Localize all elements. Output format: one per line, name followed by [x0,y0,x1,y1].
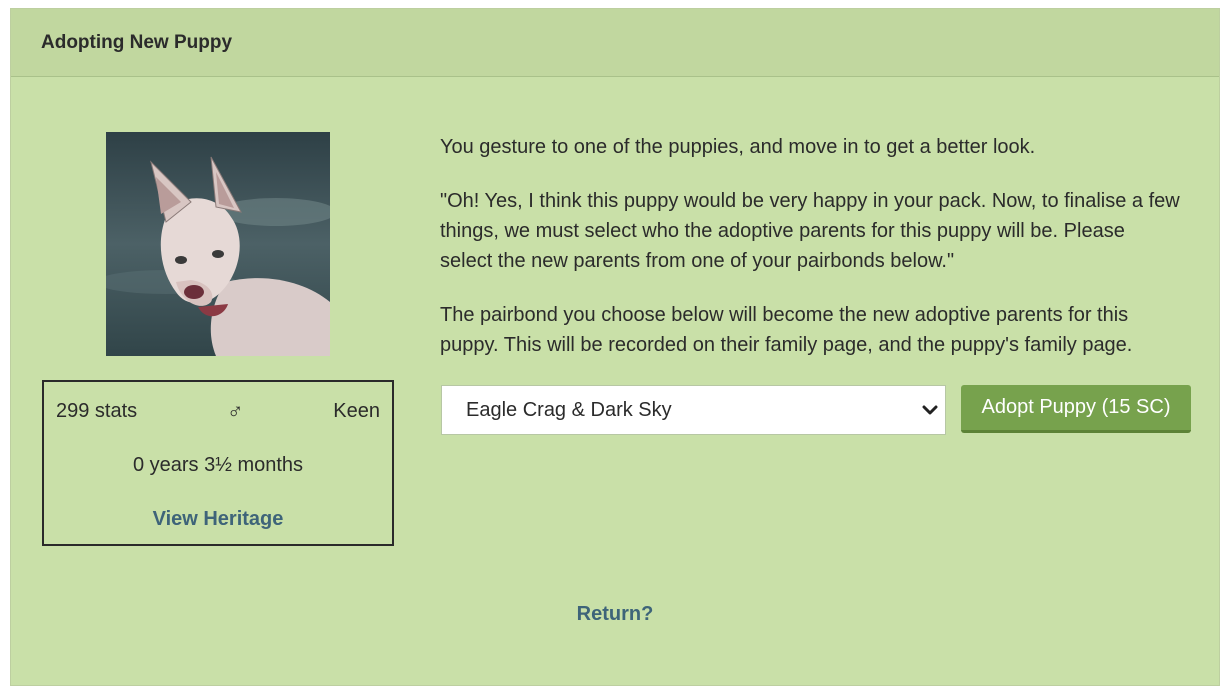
pairbond-select[interactable]: Eagle Crag & Dark Sky [441,385,946,435]
puppy-stats: 299 stats [56,399,138,422]
pairbond-selected-value: Eagle Crag & Dark Sky [466,398,672,421]
panel-title: Adopting New Puppy [11,9,1219,77]
chevron-down-icon [915,404,945,416]
adoption-panel: Adopting New Puppy 299 stats ♂ Keen 0 ye… [10,8,1220,686]
adopt-puppy-button[interactable]: Adopt Puppy (15 SC) [961,385,1191,433]
puppy-image [106,132,330,356]
dialog-paragraph: You gesture to one of the puppies, and m… [440,136,1036,158]
puppy-portrait [106,132,330,356]
puppy-trait: Keen [333,399,380,422]
return-link[interactable]: Return? [11,603,1219,626]
dialog-text: You gesture to one of the puppies, and m… [440,132,1180,384]
puppy-age: 0 years 3½ months [132,454,304,476]
dialog-paragraph: "Oh! Yes, I think this puppy would be ve… [440,190,1180,272]
puppy-info-box: 299 stats ♂ Keen 0 years 3½ months View … [42,380,394,546]
dialog-paragraph: The pairbond you choose below will becom… [440,304,1133,356]
male-icon: ♂ [226,398,244,423]
view-heritage-link[interactable]: View Heritage [44,508,392,531]
